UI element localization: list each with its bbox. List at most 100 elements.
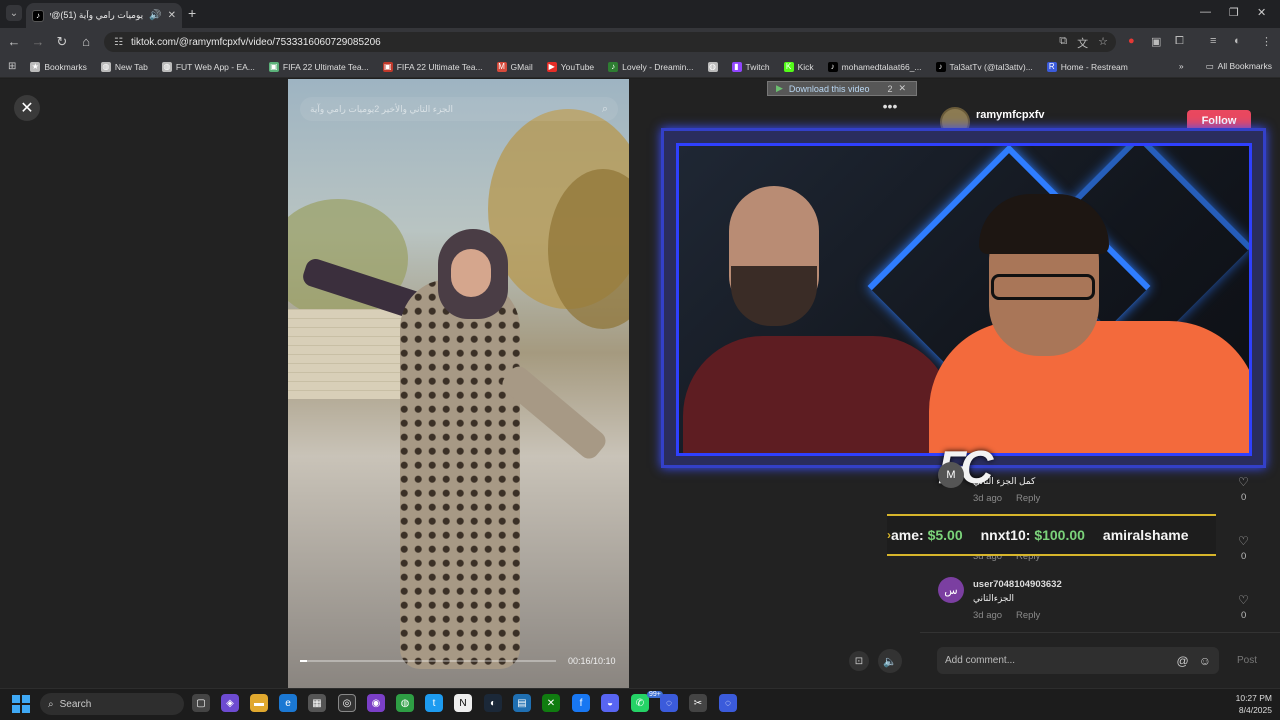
extension-icon[interactable]: ▣ [1151,35,1161,48]
reload-icon[interactable]: ↻ [54,34,70,50]
download-label: Download this video [788,83,870,94]
discord-icon[interactable]: ◒ [601,694,619,712]
whatsapp-icon[interactable]: ✆ [631,694,649,712]
address-bar[interactable]: ☷ tiktok.com/@ramymfcpxfv/video/75333160… [104,32,1116,52]
app-icon[interactable]: ◌ [719,694,737,712]
task-view-icon[interactable]: ▢ [192,694,210,712]
back-icon[interactable]: ← [6,34,22,49]
bookmark-item[interactable]: ▶ YouTube [546,61,595,72]
store-icon[interactable]: ▦ [308,694,326,712]
system-clock[interactable]: 10:27 PM 8/4/2025 [1216,692,1272,716]
bookmark-item[interactable]: ♪ Tal3atTv (@tal3attv)... [935,61,1033,72]
author-name[interactable]: ramymfcpxfv [976,109,1044,121]
capcut-icon[interactable]: ✂ [689,694,707,712]
tab-search-chevron-icon[interactable]: ⌄ [6,5,22,21]
bookmark-item[interactable]: ▣ FIFA 22 Ultimate Tea... [382,61,483,72]
bookmark-label: YouTube [560,61,595,72]
cast-icon[interactable]: ⧉ [1059,35,1067,51]
video-player[interactable] [288,79,629,688]
bookmark-item[interactable]: ★ Bookmarks [30,61,87,72]
taskbar-search[interactable]: ⌕ Search [40,693,184,715]
apps-grid-icon[interactable]: ⊞ [8,61,16,72]
chevron-right-double-icon[interactable]: » [1179,61,1184,72]
bookmark-item[interactable]: ◍ New Tab [100,61,148,72]
profile-avatar-icon[interactable]: ◐ [1234,35,1241,47]
bookmark-label: FUT Web App - EA... [175,61,255,72]
add-comment-field[interactable]: @ ☺ [937,647,1219,674]
new-tab-icon[interactable]: + [188,5,196,21]
mention-icon[interactable]: @ [1177,654,1189,668]
twitter-icon[interactable]: t [425,694,443,712]
app-icon[interactable]: ◌ [660,694,678,712]
globe-icon: ◍ [707,61,718,72]
speaker-icon[interactable]: 🔊 [149,10,161,21]
copilot-icon[interactable]: ◈ [221,694,239,712]
search-icon[interactable]: ⌕ [602,103,608,116]
more-options-icon[interactable]: ••• [878,98,902,118]
facebook-icon[interactable]: f [572,694,590,712]
window-close-icon[interactable]: ✕ [1257,6,1266,19]
bookmark-item[interactable]: ♪ mohamedtalaat66_... [827,61,922,72]
bookmark-label: FIFA 22 Ultimate Tea... [282,61,369,72]
volume-icon[interactable]: 🔈 [878,649,902,673]
bookmark-item[interactable]: ▣ FIFA 22 Ultimate Tea... [268,61,369,72]
app-icon[interactable]: ◉ [367,694,385,712]
heart-icon[interactable]: ♡ [1238,534,1249,548]
comment-avatar[interactable]: M [938,462,964,488]
forward-icon[interactable]: → [30,34,46,49]
video-search-input[interactable]: الجزء التاني والأخير 2يوميات رامي وآية ⌕ [300,97,618,121]
bookmark-item[interactable]: ◍ [707,61,718,72]
heart-icon[interactable]: ♡ [1238,475,1249,489]
edge-icon[interactable]: e [279,694,297,712]
bookmark-item[interactable]: ♪ Lovely - Dreamin... [608,61,694,72]
bookmark-star-icon[interactable]: ☆ [1098,35,1108,51]
bookmark-item[interactable]: K Kick [783,61,814,72]
translate-icon[interactable]: 文 [1077,35,1088,51]
media-control-icon[interactable]: ≡ [1210,35,1216,47]
menu-kebab-icon[interactable]: ⋮ [1261,35,1272,48]
file-explorer-icon[interactable]: ▬ [250,694,268,712]
windows-start-icon[interactable] [12,695,30,713]
emoji-icon[interactable]: ☺ [1199,654,1211,668]
bookmark-label: Kick [797,61,814,72]
home-icon[interactable]: ⌂ [78,34,94,49]
bookmark-item[interactable]: ◍ FUT Web App - EA... [161,61,255,72]
reply-button[interactable]: Reply [1016,610,1040,621]
download-video-bar[interactable]: ▶ Download this video 2 ✕ [767,81,917,96]
search-icon: ⌕ [48,698,54,710]
tab-title: يوميات رامي وآية (51)@‏cfv [50,10,144,20]
app-icon[interactable]: ▤ [513,694,531,712]
bookmark-item[interactable]: M GMail [496,61,533,72]
bookmark-item[interactable]: R Home - Restream [1046,61,1128,72]
close-tab-icon[interactable]: ✕ [168,10,176,21]
comment-username[interactable]: user7048104903632 [973,579,1062,590]
webcam-feed [676,143,1252,456]
post-button[interactable]: Post [1237,655,1257,666]
steam-icon[interactable]: ◐ [484,694,502,712]
heart-icon[interactable]: ♡ [1238,593,1249,607]
like-count: 0 [1241,492,1247,503]
notion-icon[interactable]: N [454,694,472,712]
close-icon[interactable]: ✕ [14,95,40,121]
bookmark-item[interactable]: ▮ Twitch [731,61,770,72]
ticker-item: ame: $5.00 [891,527,963,543]
extensions-puzzle-icon[interactable]: ⧠ [1175,35,1184,48]
comment-avatar[interactable]: س [938,577,964,603]
download-arrow-icon: ▶ [776,83,783,93]
twitch-icon: ▮ [731,61,742,72]
reply-button[interactable]: Reply [1016,493,1040,504]
active-tab[interactable]: ♪ يوميات رامي وآية (51)@‏cfv 🔊 ✕ [26,3,182,28]
page-toggle-icon[interactable]: ⊡ [849,651,869,671]
chrome-icon[interactable]: ◍ [396,694,414,712]
extension-record-icon[interactable]: ● [1128,35,1135,47]
download-close-icon[interactable]: ✕ [899,83,907,94]
comment-input[interactable] [945,655,1167,666]
video-progress-track[interactable] [300,660,556,662]
app-icon[interactable]: ◎ [338,694,356,712]
site-info-icon[interactable]: ☷ [114,37,123,48]
gmail-icon: M [496,61,507,72]
xbox-icon[interactable]: ✕ [542,694,560,712]
restore-icon[interactable]: ❐ [1229,6,1239,19]
all-bookmarks[interactable]: » ▭ All Bookmarks [1179,61,1272,72]
minimize-icon[interactable]: — [1200,6,1211,18]
